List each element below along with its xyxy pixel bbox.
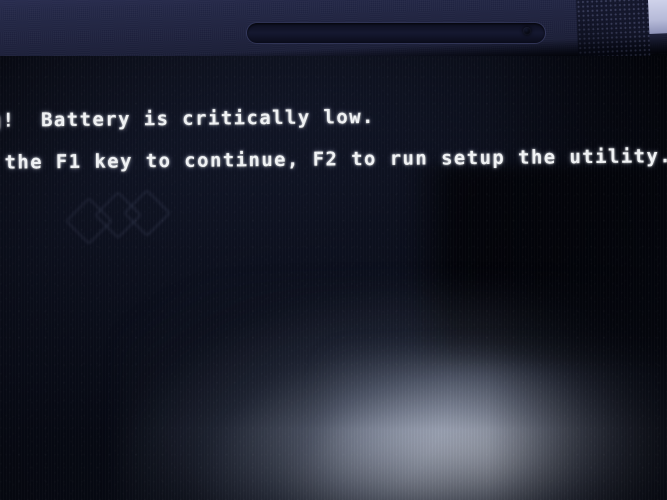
corner-light-patch: [648, 0, 667, 34]
webcam-icon: [523, 27, 531, 35]
lcd-screen: ing! Battery is critically low. ke the F…: [0, 56, 667, 500]
laptop-screen-photo: ing! Battery is critically low. ke the F…: [0, 0, 667, 500]
hinge-vent-slot: [246, 22, 546, 44]
